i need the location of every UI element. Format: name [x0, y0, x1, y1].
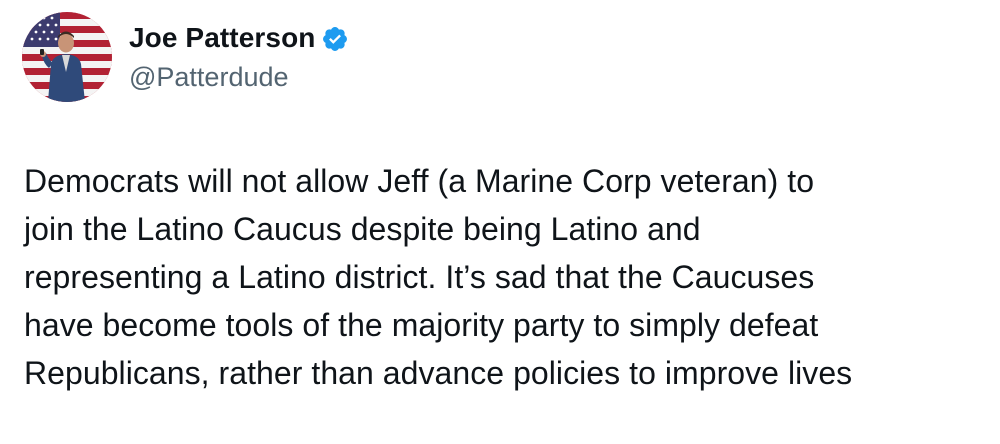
tweet-text: Democrats will not allow Jeff (a Marine …: [24, 163, 853, 391]
tweet-header: Joe Patterson @Patterdude: [129, 20, 349, 92]
avatar-image: [22, 12, 112, 102]
name-row: Joe Patterson: [129, 20, 349, 56]
user-handle[interactable]: @Patterdude: [129, 60, 349, 94]
verified-badge-icon[interactable]: [321, 25, 349, 53]
tweet: Joe Patterson @Patterdude Democrats will…: [0, 0, 1000, 444]
display-name[interactable]: Joe Patterson: [129, 20, 315, 56]
avatar[interactable]: [22, 12, 112, 102]
